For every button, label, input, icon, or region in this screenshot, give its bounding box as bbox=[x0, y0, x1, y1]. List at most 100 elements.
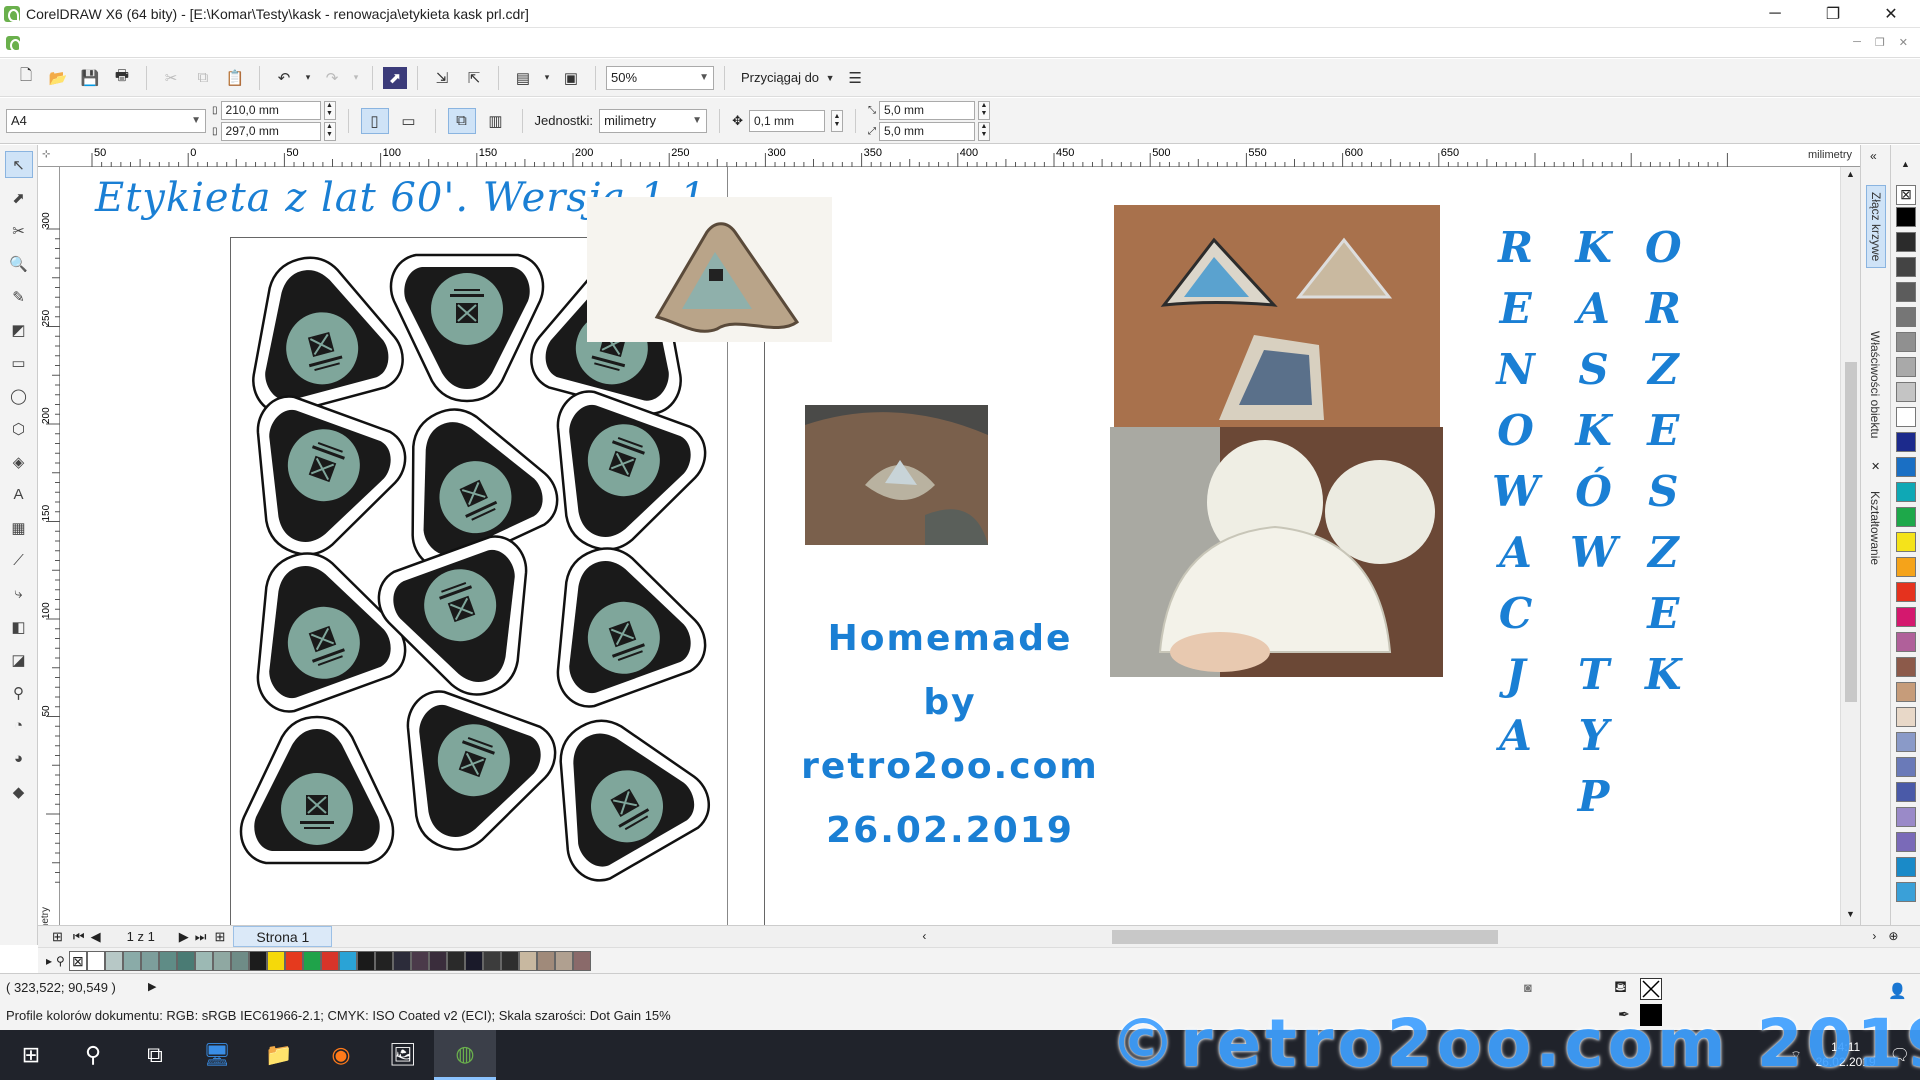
eyedropper-icon[interactable]: ⚲ bbox=[56, 954, 65, 968]
color-swatch[interactable] bbox=[1896, 582, 1916, 602]
no-fill-swatch[interactable]: ⊠ bbox=[68, 950, 87, 971]
pick-tool-icon[interactable]: ↖ bbox=[4, 151, 33, 178]
doc-restore-icon[interactable]: ❐ bbox=[1875, 36, 1885, 49]
zoom-tool-icon[interactable]: 🔍 bbox=[5, 250, 33, 277]
prev-page-icon[interactable]: ◀ bbox=[91, 929, 101, 945]
search-content-icon[interactable]: ⬈ bbox=[383, 66, 407, 89]
blend-tool-icon[interactable]: ◧ bbox=[5, 613, 33, 640]
doc-close-icon[interactable]: ✕ bbox=[1899, 36, 1908, 49]
color-swatch[interactable] bbox=[1896, 782, 1916, 802]
navigator-icon[interactable]: ⊕ bbox=[1888, 929, 1898, 943]
color-swatch[interactable] bbox=[1896, 282, 1916, 302]
scroll-up-icon[interactable]: ▲ bbox=[1846, 169, 1855, 179]
portrait-icon[interactable]: ▯ bbox=[360, 107, 389, 134]
old-label-photo[interactable] bbox=[587, 197, 832, 342]
color-swatch[interactable] bbox=[1896, 307, 1916, 327]
homemade-text-block[interactable]: Homemade by retro2oo.com 26.02.2019 bbox=[760, 607, 1140, 863]
color-swatch[interactable] bbox=[1896, 732, 1916, 752]
first-page-icon[interactable]: ⏮ bbox=[73, 929, 85, 945]
application-launcher-icon[interactable]: ▤ bbox=[509, 65, 537, 91]
color-swatch[interactable] bbox=[86, 950, 105, 971]
color-swatch[interactable] bbox=[1896, 407, 1916, 427]
scroll-left-icon[interactable]: ‹ bbox=[922, 929, 926, 943]
color-swatch[interactable] bbox=[410, 950, 429, 971]
zoom-combo[interactable]: 50% ▼ bbox=[606, 65, 714, 90]
color-swatch[interactable] bbox=[1896, 657, 1916, 677]
no-color-swatch[interactable]: ⊠ bbox=[1896, 185, 1916, 205]
dup-x-spinner[interactable]: ▲ ▼ bbox=[977, 100, 990, 120]
eyedropper-tool-icon[interactable]: ⚲ bbox=[5, 679, 33, 706]
page-size-select[interactable]: A4 ▼ bbox=[6, 108, 206, 133]
save-icon[interactable]: 💾 bbox=[76, 65, 104, 91]
scroll-right-icon[interactable]: › bbox=[1872, 929, 1876, 943]
drawing-canvas[interactable]: Etykieta z lat 60'. Wersja 1.1 Homemade … bbox=[60, 167, 1860, 925]
vertical-ruler[interactable]: 30025020015010050 milimetry bbox=[38, 167, 60, 947]
white-helmets-photo[interactable] bbox=[1110, 427, 1443, 677]
freehand-tool-icon[interactable]: ✎ bbox=[5, 283, 33, 310]
page-tab[interactable]: Strona 1 bbox=[233, 926, 333, 947]
color-swatch[interactable] bbox=[1896, 232, 1916, 252]
color-swatch[interactable] bbox=[230, 950, 249, 971]
ellipse-tool-icon[interactable]: ◯ bbox=[5, 382, 33, 409]
vertical-text-kaskow-typ[interactable]: KASKÓW TYP bbox=[1570, 217, 1617, 827]
paste-icon[interactable]: 📋 bbox=[221, 65, 249, 91]
page-width-input[interactable]: 210,0 mm bbox=[220, 100, 321, 120]
color-swatch[interactable] bbox=[500, 950, 519, 971]
maximize-button[interactable]: ❐ bbox=[1804, 0, 1862, 28]
snap-dropdown-icon[interactable]: ▼ bbox=[823, 65, 837, 91]
height-spinner[interactable]: ▲ ▼ bbox=[323, 121, 336, 141]
color-swatch[interactable] bbox=[428, 950, 447, 971]
color-swatch[interactable] bbox=[1896, 757, 1916, 777]
color-swatch[interactable] bbox=[1896, 832, 1916, 852]
vertical-text-orzeszek[interactable]: ORZESZEK bbox=[1645, 217, 1682, 705]
transparency-tool-icon[interactable]: ◪ bbox=[5, 646, 33, 673]
connector-tool-icon[interactable]: ⤷ bbox=[5, 580, 33, 607]
undo-icon[interactable]: ↶ bbox=[270, 65, 298, 91]
current-page-icon[interactable]: ▥ bbox=[482, 108, 510, 134]
color-swatch[interactable] bbox=[1896, 682, 1916, 702]
last-page-icon[interactable]: ⏭ bbox=[195, 929, 207, 945]
color-swatch[interactable] bbox=[554, 950, 573, 971]
basic-shapes-icon[interactable]: ◈ bbox=[5, 448, 33, 475]
launcher-dropdown-icon[interactable]: ▾ bbox=[541, 65, 553, 91]
color-swatch[interactable] bbox=[1896, 507, 1916, 527]
outline-tool-icon[interactable]: ◔ bbox=[5, 712, 33, 739]
all-pages-icon[interactable]: ⧉ bbox=[447, 107, 476, 134]
duplicate-y-input[interactable]: 5,0 mm bbox=[878, 121, 975, 141]
windows-start-icon[interactable]: ⊞ bbox=[0, 1030, 62, 1080]
photos-icon[interactable]: 🖼 bbox=[372, 1030, 434, 1080]
coreldraw-taskbar-icon[interactable]: ◍ bbox=[434, 1030, 496, 1080]
redo-icon[interactable]: ↷ bbox=[318, 65, 346, 91]
import-icon[interactable]: ⇲ bbox=[428, 65, 456, 91]
text-tool-icon[interactable]: A bbox=[5, 481, 33, 508]
docker-tab-shaping[interactable]: Kształtowanie bbox=[1866, 485, 1884, 571]
color-swatch[interactable] bbox=[1896, 557, 1916, 577]
crop-tool-icon[interactable]: ✂ bbox=[5, 217, 33, 244]
color-swatch[interactable] bbox=[194, 950, 213, 971]
horizontal-scrollbar[interactable]: ‹ › ⊕ bbox=[332, 926, 1920, 948]
color-swatch[interactable] bbox=[1896, 457, 1916, 477]
snap-to-label[interactable]: Przyciągaj do bbox=[741, 70, 819, 85]
color-swatch[interactable] bbox=[1896, 882, 1916, 902]
camera-icon[interactable]: ◙ bbox=[1524, 980, 1532, 995]
close-button[interactable]: ✕ bbox=[1862, 0, 1920, 28]
search-icon[interactable]: ⚲ bbox=[62, 1030, 124, 1080]
color-swatch[interactable] bbox=[1896, 432, 1916, 452]
options-icon[interactable]: ☰ bbox=[841, 65, 869, 91]
color-swatch[interactable] bbox=[1896, 482, 1916, 502]
color-swatch[interactable] bbox=[284, 950, 303, 971]
color-swatch[interactable] bbox=[1896, 382, 1916, 402]
color-swatch[interactable] bbox=[1896, 257, 1916, 277]
color-swatch[interactable] bbox=[248, 950, 267, 971]
horizontal-scroll-thumb[interactable] bbox=[1112, 929, 1499, 944]
vertical-scroll-thumb[interactable] bbox=[1845, 362, 1857, 702]
close-docker-icon[interactable]: ✕ bbox=[1871, 460, 1880, 473]
color-swatch[interactable] bbox=[446, 950, 465, 971]
next-page-icon[interactable]: ▶ bbox=[179, 929, 189, 945]
docker-tab-join-curves[interactable]: Złącz krzywe bbox=[1866, 185, 1886, 269]
docker-tab-object-properties[interactable]: Właściwości obiektu bbox=[1866, 325, 1884, 444]
color-swatch[interactable] bbox=[140, 950, 159, 971]
color-swatch[interactable] bbox=[338, 950, 357, 971]
page-add-after-icon[interactable]: ⊞ bbox=[215, 929, 226, 945]
landscape-icon[interactable]: ▭ bbox=[395, 108, 423, 134]
